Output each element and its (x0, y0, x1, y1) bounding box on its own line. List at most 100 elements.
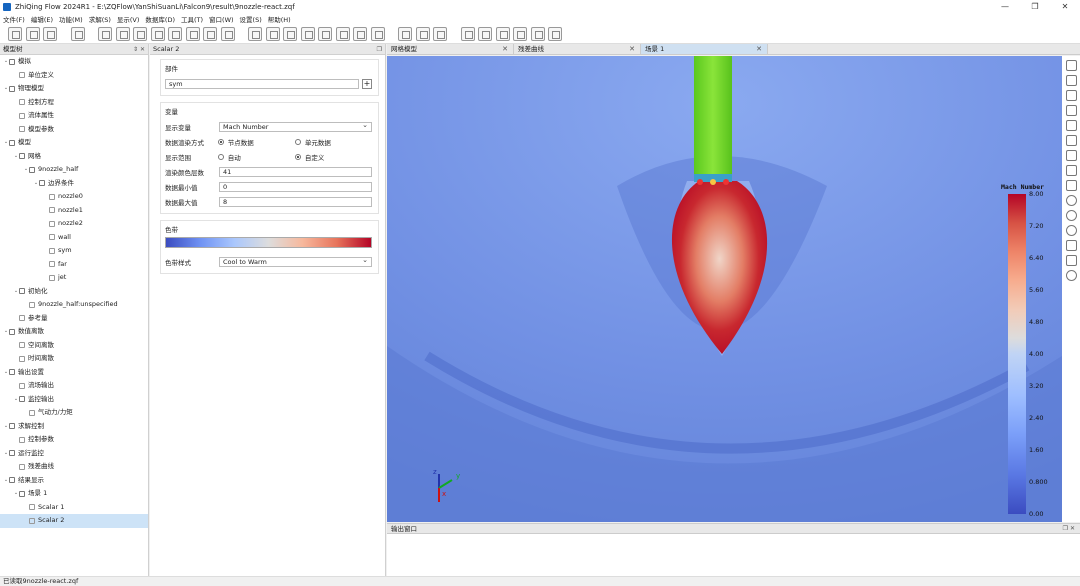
tree-item[interactable]: jet (0, 271, 148, 285)
run-icon[interactable] (398, 26, 412, 41)
tree-item[interactable]: ⌄ 模拟 (0, 55, 148, 69)
plot-tool-5-icon[interactable] (530, 26, 545, 41)
tree-item[interactable]: Scalar 1 (0, 501, 148, 515)
display-variable-select[interactable]: Mach Number (219, 121, 372, 132)
maximize-icon[interactable]: ❐ (1020, 0, 1050, 13)
save-icon[interactable] (43, 26, 57, 41)
zoom-box-icon[interactable] (1065, 180, 1077, 191)
boundary-tool-2-icon[interactable] (265, 26, 280, 41)
tree-item[interactable]: ⌄ 结果显示 (0, 474, 148, 488)
tree-item[interactable]: 9nozzle_half:unspecified (0, 298, 148, 312)
plot-tool-4-icon[interactable] (513, 26, 527, 41)
open-file-icon[interactable] (25, 26, 40, 41)
menu-window[interactable]: 窗口(W) (209, 14, 234, 24)
tree-item[interactable]: 控制参数 (0, 433, 148, 447)
pause-icon[interactable] (415, 26, 430, 41)
view-x-icon[interactable] (1065, 60, 1077, 71)
data-max-input[interactable]: 8 (219, 196, 372, 207)
menu-solve[interactable]: 求解(S) (89, 14, 111, 24)
boundary-tool-6-icon[interactable] (335, 26, 350, 41)
scene-viewport[interactable]: z y x Mach Number 8.00 7.20 6.40 5.60 4.80 4.… (387, 56, 1062, 522)
range-auto-radio[interactable]: 自动 (217, 152, 295, 162)
fit-view-icon[interactable] (1065, 165, 1077, 176)
close-icon[interactable]: ✕ (502, 44, 508, 55)
boundary-tool-7-icon[interactable] (353, 26, 367, 41)
output-window-body[interactable] (387, 534, 1080, 576)
tree-item[interactable]: ⌄ 输出设置 (0, 366, 148, 380)
tree-item[interactable]: ⌄ 边界条件 (0, 177, 148, 191)
tree-item[interactable]: sym (0, 244, 148, 258)
boundary-tool-3-icon[interactable] (283, 26, 297, 41)
mesh-tool-4-icon[interactable] (150, 26, 165, 41)
menu-database[interactable]: 数据库(D) (145, 14, 175, 24)
mesh-tool-3-icon[interactable] (133, 26, 147, 41)
color-levels-input[interactable]: 41 (219, 166, 372, 177)
view-negy-icon[interactable] (1065, 105, 1077, 116)
tree-item[interactable]: ⌄ 求解控制 (0, 420, 148, 434)
menu-tools[interactable]: 工具(T) (181, 14, 203, 24)
tree-item[interactable]: Scalar 2 (0, 514, 148, 528)
panel-float-icon[interactable]: ❐ (377, 44, 382, 55)
tree-item[interactable]: far (0, 258, 148, 272)
plot-tool-6-icon[interactable] (548, 26, 562, 41)
shading-mesh-icon[interactable] (1065, 210, 1077, 221)
wireframe-icon[interactable] (1065, 225, 1077, 236)
panel-float-close-icon[interactable]: ❐ ✕ (1063, 524, 1075, 534)
tree-item[interactable]: nozzle1 (0, 204, 148, 218)
menu-help[interactable]: 帮助(H) (268, 14, 291, 24)
minimize-icon[interactable]: — (990, 0, 1020, 13)
tree-item[interactable]: ⌄ 网格 (0, 150, 148, 164)
data-min-input[interactable]: 0 (219, 181, 372, 192)
range-custom-radio[interactable]: 自定义 (294, 152, 372, 162)
add-part-button[interactable]: + (362, 78, 372, 89)
tree-item[interactable]: 空间离散 (0, 339, 148, 353)
tree-item[interactable]: ⌄ 数值离散 (0, 325, 148, 339)
tree-item[interactable]: ⌄ 运行监控 (0, 447, 148, 461)
tree-item[interactable]: ⌄ 初始化 (0, 285, 148, 299)
menu-edit[interactable]: 编辑(E) (31, 14, 53, 24)
view-negz-icon[interactable] (1065, 135, 1077, 146)
shading-smooth-icon[interactable] (1065, 195, 1077, 206)
close-icon[interactable]: ✕ (1050, 0, 1080, 13)
view-z-icon[interactable] (1065, 120, 1077, 131)
tree-item[interactable]: 参考量 (0, 312, 148, 326)
tree-item[interactable]: ⌄ 监控输出 (0, 393, 148, 407)
close-icon[interactable]: ✕ (629, 44, 635, 55)
grid-icon[interactable] (1065, 240, 1077, 251)
boundary-tool-5-icon[interactable] (318, 26, 332, 41)
mesh-tool-7-icon[interactable] (203, 26, 217, 41)
stop-icon[interactable] (433, 26, 447, 41)
mesh-tool-5-icon[interactable] (168, 26, 182, 41)
mesh-tool-2-icon[interactable] (115, 26, 130, 41)
mesh-tool-8-icon[interactable] (220, 26, 235, 41)
tree-item[interactable]: 控制方程 (0, 96, 148, 110)
plot-tool-2-icon[interactable] (478, 26, 492, 41)
tree-item[interactable]: nozzle2 (0, 217, 148, 231)
tree-item[interactable]: ⌄ 物理模型 (0, 82, 148, 96)
tab-scene-1[interactable]: 场景 1 ✕ (641, 44, 768, 54)
light-bulb-icon[interactable] (1065, 270, 1077, 281)
render-node-data-radio[interactable]: 节点数据 (217, 137, 295, 147)
tree-item[interactable]: 时间离散 (0, 352, 148, 366)
mesh-tool-1-icon[interactable] (98, 26, 112, 41)
tree-item[interactable]: ⌄ 场景 1 (0, 487, 148, 501)
plot-tool-3-icon[interactable] (495, 26, 510, 41)
close-icon[interactable]: ✕ (756, 44, 762, 55)
grid-tool-icon[interactable] (8, 26, 22, 41)
part-input[interactable]: sym (165, 78, 359, 89)
tree-item[interactable]: wall (0, 231, 148, 245)
boundary-tool-4-icon[interactable] (300, 26, 315, 41)
palette-icon[interactable] (1065, 255, 1077, 266)
tree-item[interactable]: 残差曲线 (0, 460, 148, 474)
colormap-style-select[interactable]: Cool to Warm (219, 256, 372, 267)
plot-tool-1-icon[interactable] (460, 26, 475, 41)
tree-item[interactable]: ⌄ 模型 (0, 136, 148, 150)
tree-item[interactable]: ⌄ 9nozzle_half (0, 163, 148, 177)
view-y-icon[interactable] (1065, 90, 1077, 101)
model-tool-icon[interactable] (70, 26, 85, 41)
menu-settings[interactable]: 设置(S) (240, 14, 262, 24)
view-iso-icon[interactable] (1065, 150, 1077, 161)
tab-mesh-model[interactable]: 网格模型 ✕ (387, 44, 514, 54)
panel-pin-close-icon[interactable]: ⇕ ✕ (133, 44, 145, 55)
boundary-tool-1-icon[interactable] (248, 26, 262, 41)
